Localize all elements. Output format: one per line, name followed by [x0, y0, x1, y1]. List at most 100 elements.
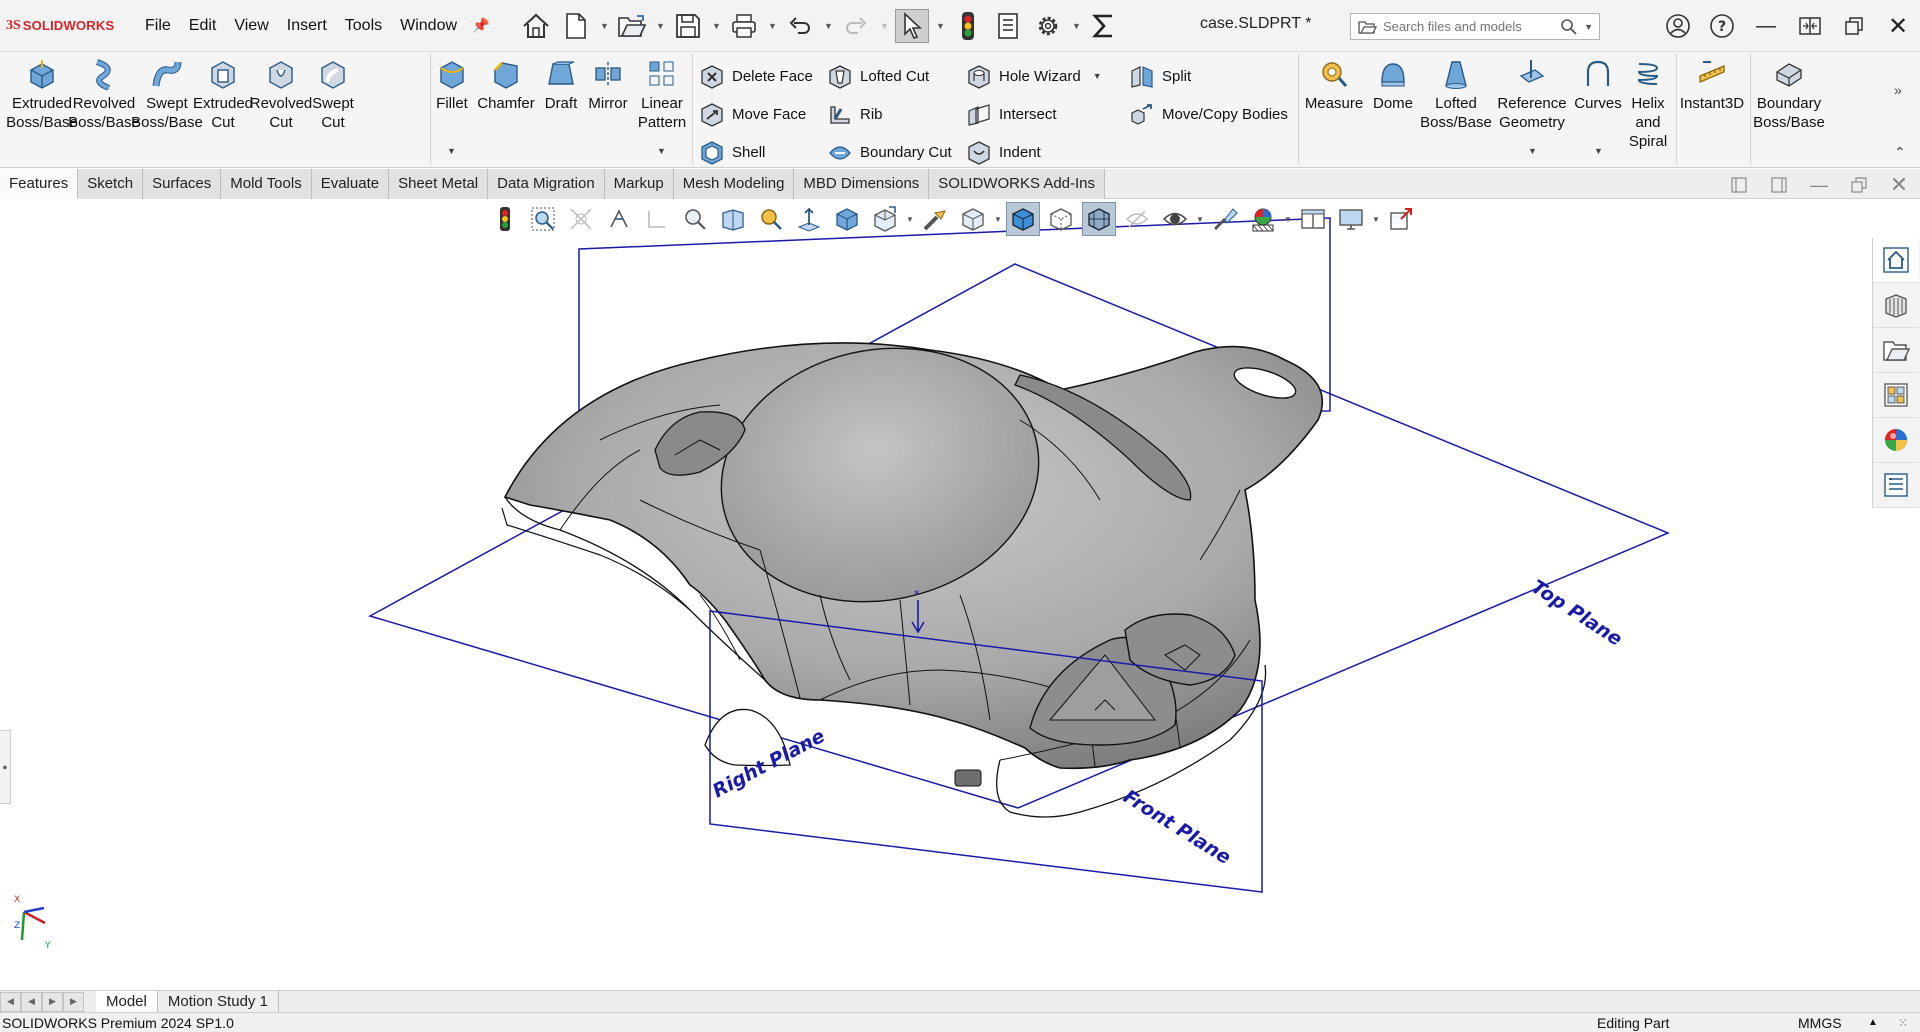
design-library-tab[interactable] [1873, 283, 1919, 328]
tab-mesh-modeling[interactable]: Mesh Modeling [673, 169, 795, 199]
curves-dropdown-icon[interactable]: ▼ [1594, 146, 1603, 156]
tab-motion-study-1[interactable]: Motion Study 1 [158, 990, 279, 1013]
collapse-ribbon-icon[interactable]: ⌃ [1894, 144, 1906, 161]
last-tab-button[interactable]: ▶ [63, 991, 84, 1012]
instant3d-button[interactable]: Instant3D [1678, 56, 1746, 113]
help-button[interactable]: ? [1700, 0, 1744, 52]
zoom-area-button[interactable] [564, 202, 598, 236]
document-restore-button[interactable] [1846, 172, 1872, 198]
split-button[interactable]: Split [1128, 60, 1191, 92]
resize-grip-icon[interactable]: ⁙ [1898, 1013, 1908, 1032]
menu-view[interactable]: View [225, 17, 277, 35]
tab-mbd-dimensions[interactable]: MBD Dimensions [794, 169, 930, 199]
tab-mold-tools[interactable]: Mold Tools [221, 169, 312, 199]
new-document-button[interactable] [559, 9, 593, 43]
display-cube-button[interactable] [830, 202, 864, 236]
fillet-dropdown-icon[interactable]: ▼ [447, 146, 456, 156]
menu-insert[interactable]: Insert [278, 17, 336, 35]
lofted-cut-button[interactable]: Lofted Cut [826, 60, 929, 92]
helix-spiral-button[interactable]: Helix and Spiral [1624, 56, 1672, 151]
view-selector-button[interactable] [868, 202, 902, 236]
undo-button[interactable] [783, 9, 817, 43]
file-explorer-tab[interactable] [1873, 328, 1919, 373]
view-dropdown-icon[interactable]: ▼ [906, 215, 914, 224]
shaded-with-edges-button[interactable] [1006, 202, 1040, 236]
appearances-tab[interactable] [1873, 418, 1919, 463]
custom-properties-tab[interactable] [1873, 463, 1919, 508]
unit-system[interactable]: MMGS [1798, 1013, 1842, 1032]
open-button[interactable] [615, 9, 649, 43]
reference-dropdown-icon[interactable]: ▼ [1528, 146, 1537, 156]
zoom-to-fit-button[interactable] [526, 202, 560, 236]
flashlight-button[interactable] [918, 202, 952, 236]
previous-tab-button[interactable]: ◀ [21, 991, 42, 1012]
units-menu-icon[interactable]: ▲ [1868, 1013, 1878, 1032]
previous-view-button[interactable] [602, 202, 636, 236]
curves-button[interactable]: Curves [1572, 56, 1624, 113]
tab-data-migration[interactable]: Data Migration [488, 169, 605, 199]
document-close-button[interactable]: ✕ [1886, 172, 1912, 198]
dock-left-button[interactable] [1726, 172, 1752, 198]
view-split-button[interactable] [1296, 202, 1330, 236]
menu-file[interactable]: File [136, 17, 180, 35]
feature-manager-toggle[interactable]: ● [0, 730, 11, 804]
tab-sketch[interactable]: Sketch [78, 169, 144, 199]
move-face-button[interactable]: Move Face [698, 98, 806, 130]
zoom-to-selection-button[interactable] [754, 202, 788, 236]
indent-button[interactable]: Indent [965, 136, 1041, 168]
select-button[interactable] [895, 8, 930, 43]
menu-window[interactable]: Window [391, 17, 466, 35]
menu-edit[interactable]: Edit [180, 17, 226, 35]
save-dropdown-icon[interactable]: ▼ [711, 21, 721, 31]
file-properties-button[interactable] [991, 9, 1025, 43]
ribbon-more-icon[interactable]: » [1894, 82, 1902, 98]
rib-button[interactable]: Rib [826, 98, 883, 130]
extruded-boss-base-button[interactable]: Extruded Boss/Base [6, 56, 78, 132]
chamfer-button[interactable]: Chamfer [476, 56, 536, 113]
redo-dropdown-icon[interactable]: ▼ [879, 21, 889, 31]
tab-sheet-metal[interactable]: Sheet Metal [389, 169, 489, 199]
home-button[interactable] [519, 9, 553, 43]
minimize-button[interactable]: — [1744, 0, 1788, 52]
model-view[interactable]: * Top Plane Right Plane Front Plane X Y … [0, 200, 1872, 990]
new-dropdown-icon[interactable]: ▼ [599, 21, 609, 31]
print-dropdown-icon[interactable]: ▼ [767, 21, 777, 31]
linear-pattern-button[interactable]: Linear Pattern [636, 56, 688, 132]
tab-solidworks-add-ins[interactable]: SOLIDWORKS Add-Ins [929, 169, 1106, 199]
scene-dropdown-icon[interactable]: ▼ [1284, 215, 1292, 224]
hide-show-dropdown-button[interactable] [1158, 202, 1192, 236]
lofted-boss-base-button[interactable]: Lofted Boss/Base [1420, 56, 1492, 132]
hidden-lines-button[interactable] [1044, 202, 1078, 236]
rebuild-button[interactable] [951, 9, 985, 43]
extruded-cut-button[interactable]: Extruded Cut [193, 56, 253, 132]
dock-right-button[interactable] [1766, 172, 1792, 198]
solidworks-resources-tab[interactable] [1873, 238, 1919, 283]
print-button[interactable] [727, 9, 761, 43]
delete-face-button[interactable]: Delete Face [698, 60, 813, 92]
hide-show-items-button[interactable] [1120, 202, 1154, 236]
mirror-button[interactable]: Mirror [586, 56, 630, 113]
close-button[interactable]: ✕ [1876, 0, 1920, 52]
next-tab-button[interactable]: ▶ [42, 991, 63, 1012]
select-dropdown-icon[interactable]: ▼ [935, 21, 945, 31]
user-account-button[interactable] [1656, 0, 1700, 52]
solidworks-logo[interactable]: 3S SOLIDWORKS [6, 18, 136, 34]
dome-button[interactable]: Dome [1368, 56, 1418, 113]
tab-model[interactable]: Model [96, 990, 158, 1013]
view-orientation-button[interactable] [716, 202, 750, 236]
maximize-button[interactable] [1832, 0, 1876, 52]
rebuild-view-button[interactable] [488, 202, 522, 236]
tab-markup[interactable]: Markup [604, 169, 674, 199]
menu-tools[interactable]: Tools [336, 17, 391, 35]
hole-wizard-dropdown-icon[interactable]: ▼ [1093, 71, 1102, 81]
restore-split-button[interactable] [1788, 0, 1832, 52]
search-icon[interactable] [1560, 18, 1578, 36]
hole-wizard-button[interactable]: Hole Wizard ▼ [965, 60, 1102, 92]
normal-to-button[interactable] [792, 202, 826, 236]
options-dropdown-icon[interactable]: ▼ [1071, 21, 1081, 31]
evaluate-summary-button[interactable] [1087, 9, 1121, 43]
move-copy-bodies-button[interactable]: Move/Copy Bodies [1128, 98, 1288, 130]
boundary-cut-button[interactable]: Boundary Cut [826, 136, 952, 168]
fillet-button[interactable]: Fillet [432, 56, 472, 113]
view-settings-button[interactable] [956, 202, 990, 236]
